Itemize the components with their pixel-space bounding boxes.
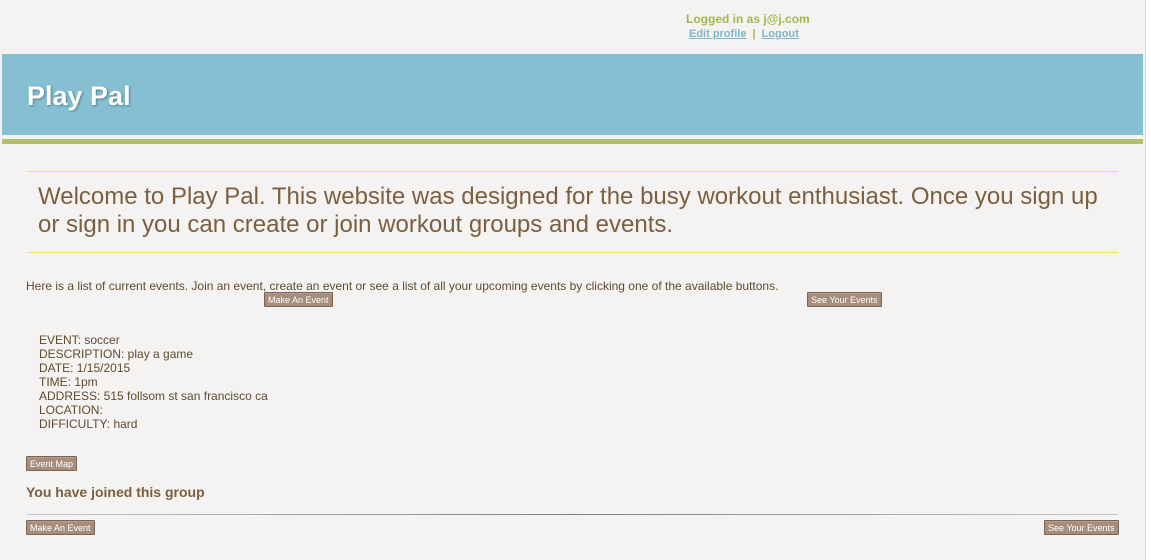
section-divider	[27, 514, 1118, 515]
user-box: Logged in as j@j.com Edit profile | Logout	[686, 12, 816, 40]
welcome-text: Welcome to Play Pal. This website was de…	[38, 183, 1098, 238]
make-event-button-bottom[interactable]: Make An Event	[26, 520, 95, 535]
site-header: Play Pal	[2, 54, 1143, 135]
page: Logged in as j@j.com Edit profile | Logout…	[0, 0, 1151, 560]
event-map-button[interactable]: Event Map	[26, 456, 78, 471]
window-edge	[1145, 0, 1151, 560]
intro-text: Here is a list of current events. Join a…	[26, 279, 779, 293]
link-separator: |	[752, 28, 756, 40]
event-address: ADDRESS: 515 follsom st san francisco ca	[39, 389, 268, 403]
welcome-box: Welcome to Play Pal. This website was de…	[27, 171, 1118, 253]
event-description: DESCRIPTION: play a game	[39, 347, 194, 361]
event-location: LOCATION:	[39, 403, 103, 417]
make-event-button-top[interactable]: Make An Event	[264, 292, 333, 307]
site-title[interactable]: Play Pal	[27, 81, 131, 112]
event-date: DATE: 1/15/2015	[39, 361, 131, 375]
header-divider	[2, 139, 1143, 144]
logout-link[interactable]: Logout	[762, 28, 799, 40]
event-difficulty: DIFFICULTY: hard	[39, 417, 138, 431]
edit-profile-link[interactable]: Edit profile	[689, 28, 746, 40]
event-time: TIME: 1pm	[39, 375, 98, 389]
event-name: EVENT: soccer	[39, 333, 120, 347]
event-details: EVENT: soccer DESCRIPTION: play a game D…	[39, 333, 268, 431]
user-links: Edit profile | Logout	[686, 28, 816, 40]
logged-in-label: Logged in as j@j.com	[686, 12, 810, 26]
joined-status: You have joined this group	[26, 484, 205, 500]
see-events-button-bottom[interactable]: See Your Events	[1044, 520, 1119, 535]
see-events-button-top[interactable]: See Your Events	[807, 292, 882, 307]
